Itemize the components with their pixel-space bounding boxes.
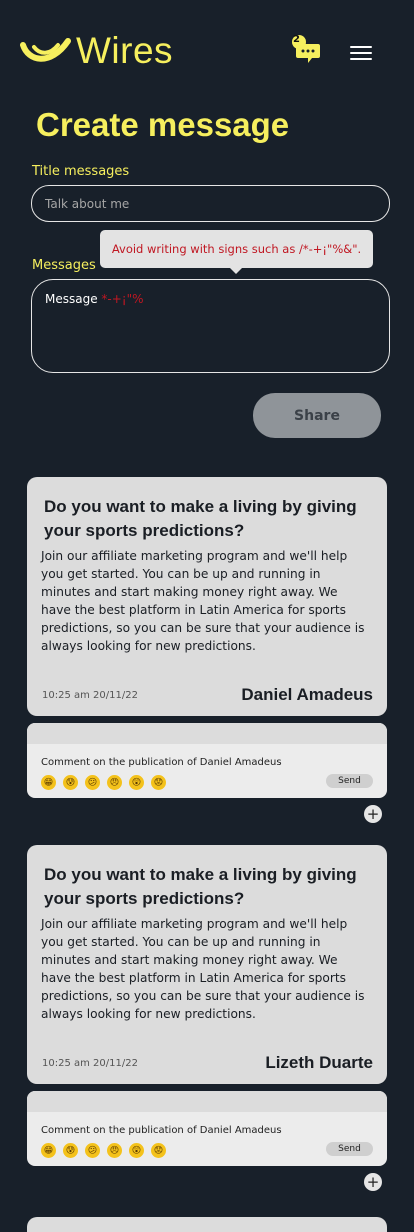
title-input-placeholder: Talk about me — [45, 196, 130, 211]
grin-emoji-icon[interactable]: 😁 — [41, 775, 56, 790]
menu-line — [350, 46, 372, 48]
messages-label: Messages — [32, 258, 96, 273]
emoji-reactions: 😁 😰 😕 😠 😲 😟 — [41, 775, 166, 790]
sweat-emoji-icon[interactable]: 😰 — [63, 775, 78, 790]
confused-emoji-icon[interactable]: 😕 — [85, 1143, 100, 1158]
post-author[interactable]: Daniel Amadeus — [241, 685, 373, 705]
send-comment-button[interactable]: Send — [326, 774, 373, 788]
add-icon[interactable]: + — [364, 1173, 382, 1191]
angry-emoji-icon[interactable]: 😠 — [107, 1143, 122, 1158]
post-body: Join our affiliate marketing program and… — [41, 549, 365, 653]
comment-box: Comment on the publication of Daniel Ama… — [27, 1091, 387, 1166]
post-date: 10:25 am 20/11/22 — [42, 690, 138, 701]
title-label: Title messages — [32, 164, 130, 179]
invalid-characters: *-+¡"% — [101, 292, 144, 306]
comment-box: Comment on the publication of Daniel Ama… — [27, 723, 387, 798]
emoji-reactions: 😁 😰 😕 😠 😲 😟 — [41, 1143, 166, 1158]
messages-button[interactable]: 2 — [290, 34, 322, 64]
sweat-emoji-icon[interactable]: 😰 — [63, 1143, 78, 1158]
share-button[interactable]: Share — [253, 393, 381, 438]
post-card: Do you want to make a living by giving y… — [27, 477, 387, 716]
angry-emoji-icon[interactable]: 😠 — [107, 775, 122, 790]
page-title: Create message — [36, 106, 290, 143]
astonished-emoji-icon[interactable]: 😲 — [129, 1143, 144, 1158]
comment-input[interactable]: Comment on the publication of Daniel Ama… — [41, 1125, 282, 1136]
comment-box-header — [27, 1091, 387, 1112]
validation-tooltip: Avoid writing with signs such as /*-+¡"%… — [100, 230, 373, 274]
hamburger-menu-button[interactable] — [350, 46, 372, 64]
astonished-emoji-icon[interactable]: 😲 — [129, 775, 144, 790]
wires-logo-icon — [20, 38, 71, 62]
app-header: Wires 2 — [0, 0, 414, 96]
post-body: Join our affiliate marketing program and… — [41, 917, 365, 1021]
comment-input[interactable]: Comment on the publication of Daniel Ama… — [41, 757, 282, 768]
post-date: 10:25 am 20/11/22 — [42, 1058, 138, 1069]
send-comment-button[interactable]: Send — [326, 1142, 373, 1156]
menu-line — [350, 58, 372, 60]
title-input[interactable]: Talk about me — [31, 185, 390, 222]
grin-emoji-icon[interactable]: 😁 — [41, 1143, 56, 1158]
post-card-partial — [27, 1217, 387, 1232]
add-icon[interactable]: + — [364, 805, 382, 823]
post-title: Do you want to make a living by giving y… — [44, 497, 357, 540]
menu-line — [350, 52, 372, 54]
brand-name: Wires — [76, 30, 174, 71]
worried-emoji-icon[interactable]: 😟 — [151, 1143, 166, 1158]
post-author[interactable]: Lizeth Duarte — [265, 1053, 373, 1073]
unread-count-badge: 2 — [293, 34, 300, 45]
validation-tooltip-text: Avoid writing with signs such as /*-+¡"%… — [111, 242, 362, 256]
confused-emoji-icon[interactable]: 😕 — [85, 775, 100, 790]
worried-emoji-icon[interactable]: 😟 — [151, 775, 166, 790]
message-textarea[interactable]: Message *-+¡"% — [31, 279, 390, 373]
comment-box-header — [27, 723, 387, 744]
post-card: Do you want to make a living by giving y… — [27, 845, 387, 1084]
message-text: Message — [45, 292, 98, 306]
post-title: Do you want to make a living by giving y… — [44, 865, 357, 908]
brand-logo[interactable]: Wires — [20, 30, 173, 72]
